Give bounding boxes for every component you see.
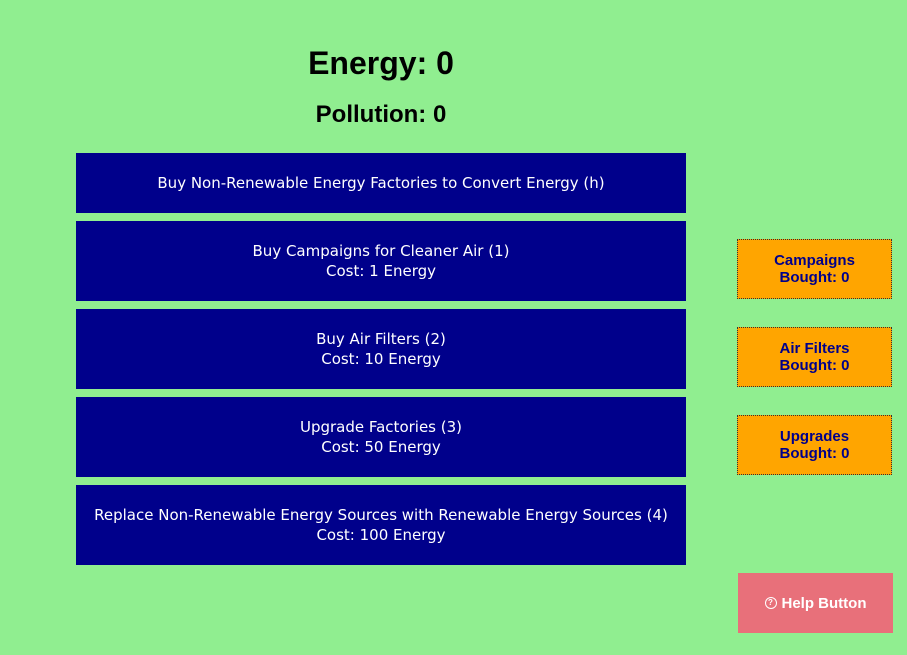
upgrades-counter-value: Bought: 0 (779, 445, 850, 462)
pollution-display: Pollution: 0 (76, 100, 686, 130)
energy-display: Energy: 0 (76, 44, 686, 82)
air-filters-bought-counter: Air Filters Bought: 0 (737, 327, 892, 387)
help-button-label: Help Button (781, 594, 867, 612)
buy-air-filters-cost: Cost: 10 Energy (321, 350, 441, 368)
energy-value: 0 (436, 45, 454, 81)
buy-campaigns-cost: Cost: 1 Energy (326, 262, 436, 280)
upgrade-factories-button[interactable]: Upgrade Factories (3) Cost: 50 Energy (76, 397, 686, 477)
energy-label: Energy: (308, 45, 437, 81)
question-circle-icon: ? (764, 597, 777, 609)
pollution-label: Pollution: (315, 101, 433, 128)
buy-campaigns-label: Buy Campaigns for Cleaner Air (1) (252, 242, 510, 260)
buy-air-filters-label: Buy Air Filters (2) (316, 330, 446, 348)
upgrades-counter-label: Upgrades (779, 428, 850, 445)
pollution-value: 0 (432, 101, 447, 128)
replace-energy-sources-button[interactable]: Replace Non-Renewable Energy Sources wit… (76, 485, 686, 565)
buy-air-filters-button[interactable]: Buy Air Filters (2) Cost: 10 Energy (76, 309, 686, 389)
replace-energy-sources-cost: Cost: 100 Energy (316, 526, 446, 544)
campaigns-bought-counter: Campaigns Bought: 0 (737, 239, 892, 299)
help-button[interactable]: ? Help Button (738, 573, 893, 633)
buy-factories-button[interactable]: Buy Non-Renewable Energy Factories to Co… (76, 153, 686, 213)
air-filters-counter-value: Bought: 0 (779, 357, 850, 374)
campaigns-counter-label: Campaigns (774, 252, 855, 269)
buy-factories-label: Buy Non-Renewable Energy Factories to Co… (157, 174, 605, 192)
upgrade-factories-label: Upgrade Factories (3) (299, 418, 463, 436)
campaigns-counter-value: Bought: 0 (779, 269, 850, 286)
buy-campaigns-button[interactable]: Buy Campaigns for Cleaner Air (1) Cost: … (76, 221, 686, 301)
upgrade-factories-cost: Cost: 50 Energy (321, 438, 441, 456)
upgrades-bought-counter: Upgrades Bought: 0 (737, 415, 892, 475)
replace-energy-sources-label: Replace Non-Renewable Energy Sources wit… (94, 506, 668, 524)
air-filters-counter-label: Air Filters (779, 340, 850, 357)
